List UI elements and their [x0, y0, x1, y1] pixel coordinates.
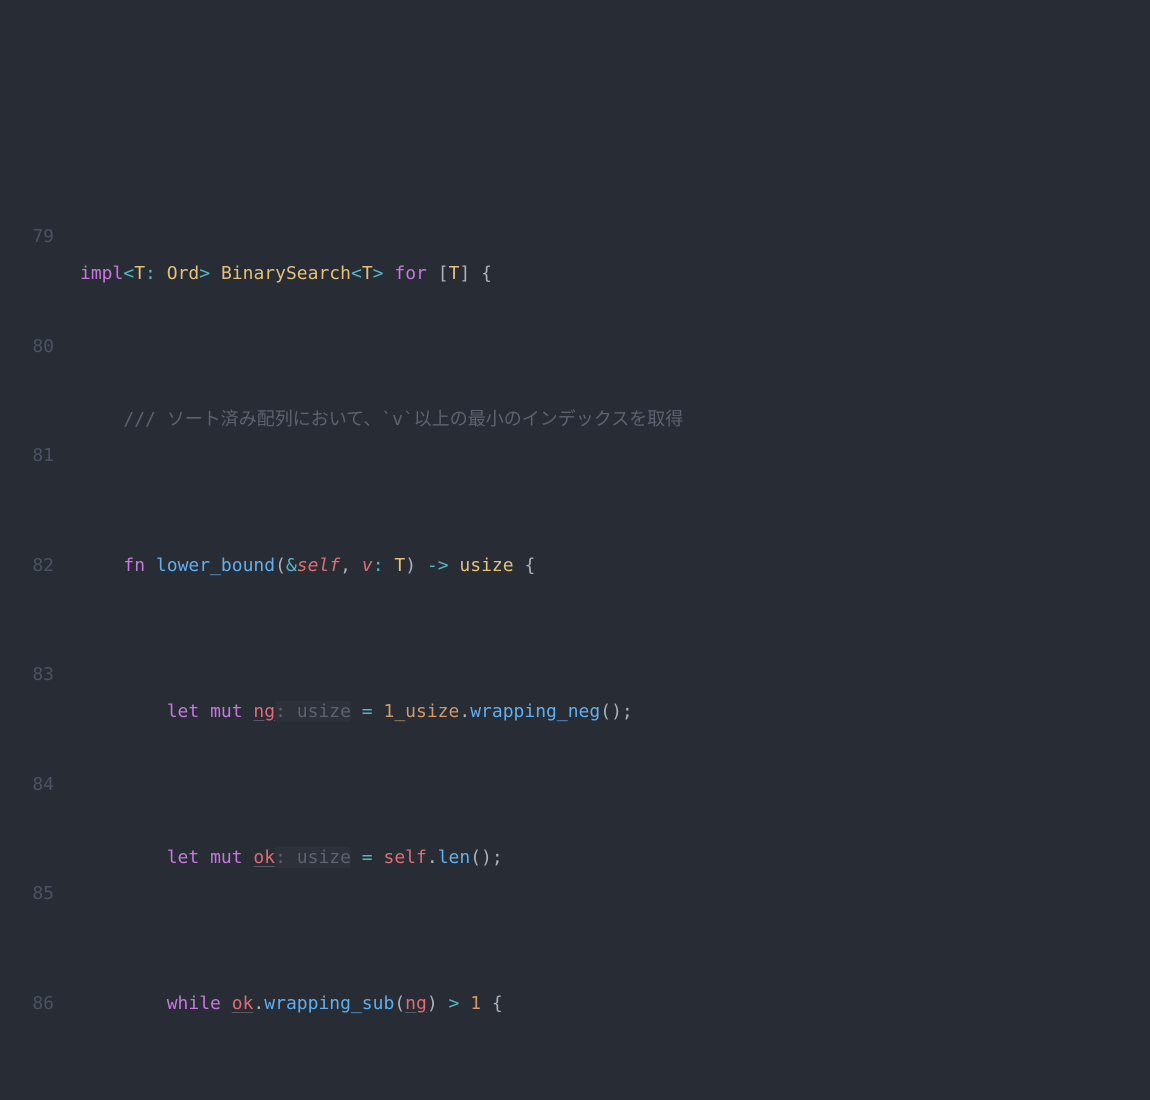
- param-self: self: [297, 555, 340, 576]
- code-line[interactable]: fn lower_bound(&self, v: T) -> usize {: [80, 548, 1150, 585]
- code-line[interactable]: /// ソート済み配列において、`v`以上の最小のインデックスを取得: [80, 402, 1150, 439]
- call-len: len: [438, 847, 471, 868]
- trait-binarysearch: BinarySearch: [221, 263, 351, 284]
- trait-ord: Ord: [167, 263, 200, 284]
- var-ok: ok: [253, 847, 275, 868]
- line-number: 87: [0, 1095, 54, 1100]
- line-number: 83: [0, 657, 54, 694]
- var-ng: ng: [253, 701, 275, 722]
- line-number: 81: [0, 438, 54, 475]
- line-number: 82: [0, 548, 54, 585]
- code-area[interactable]: impl<T: Ord> BinarySearch<T> for [T] { /…: [80, 146, 1150, 1100]
- code-line[interactable]: let mut ng: usize = 1_usize.wrapping_neg…: [80, 694, 1150, 731]
- code-line[interactable]: impl<T: Ord> BinarySearch<T> for [T] {: [80, 256, 1150, 293]
- keyword-for: for: [394, 263, 427, 284]
- doc-comment: /// ソート済み配列において、`v`以上の最小のインデックスを取得: [123, 409, 683, 430]
- line-number: 79: [0, 219, 54, 256]
- line-number-gutter: 79 80 81 82 83 84 85 86 87 88 89 90 91 9…: [0, 146, 80, 1100]
- keyword-impl: impl: [80, 263, 123, 284]
- fn-name-lower-bound: lower_bound: [156, 555, 275, 576]
- line-number: 80: [0, 329, 54, 366]
- line-number: 86: [0, 986, 54, 1023]
- return-type: usize: [459, 555, 513, 576]
- call-wrapping-sub: wrapping_sub: [264, 993, 394, 1014]
- line-number: 85: [0, 876, 54, 913]
- call-wrapping-neg: wrapping_neg: [470, 701, 600, 722]
- code-line[interactable]: let mut ok: usize = self.len();: [80, 840, 1150, 877]
- inlay-hint: : usize: [275, 847, 351, 868]
- param-v: v: [362, 555, 373, 576]
- type-param: T: [134, 263, 145, 284]
- code-editor[interactable]: 79 80 81 82 83 84 85 86 87 88 89 90 91 9…: [0, 146, 1150, 1100]
- keyword-fn: fn: [123, 555, 145, 576]
- line-number: 84: [0, 767, 54, 804]
- inlay-hint: : usize: [275, 701, 351, 722]
- keyword-while: while: [167, 993, 221, 1014]
- code-line[interactable]: while ok.wrapping_sub(ng) > 1 {: [80, 986, 1150, 1023]
